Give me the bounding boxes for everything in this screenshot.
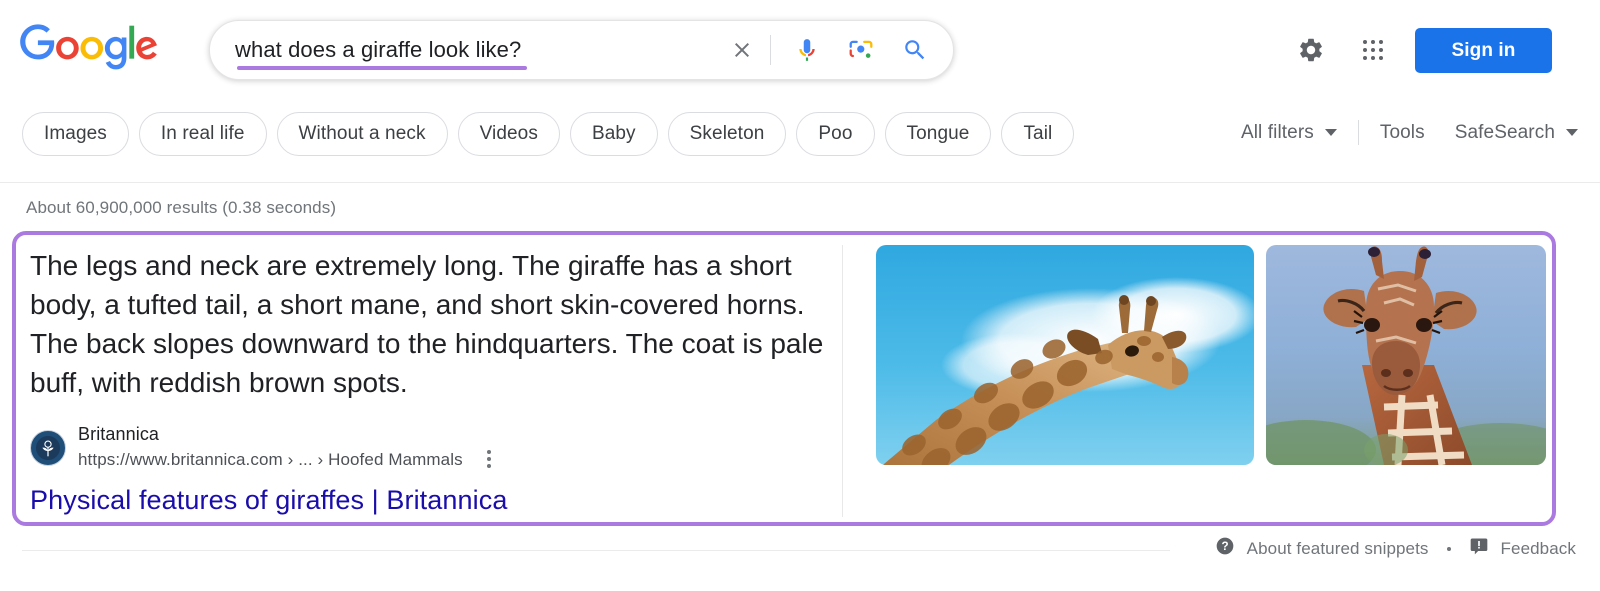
page-header: what does a giraffe look like? Sign in (0, 0, 1600, 100)
apps-grid-dots (1363, 40, 1383, 60)
featured-snippet-title-link[interactable]: Physical features of giraffes | Britanni… (30, 483, 507, 517)
search-bar-divider (770, 35, 771, 65)
microphone-icon[interactable] (785, 28, 829, 72)
source-name: Britannica (78, 424, 160, 444)
svg-text:?: ? (1221, 540, 1228, 553)
search-input-wrapper[interactable]: what does a giraffe look like? (235, 36, 720, 70)
google-search-results-page: what does a giraffe look like? Sign in I… (0, 0, 1600, 591)
tools-button[interactable]: Tools (1380, 122, 1425, 144)
snippet-image-strip (876, 245, 1546, 465)
search-icon[interactable] (893, 28, 937, 72)
source-meta: Britannica https://www.britannica.com › … (78, 423, 497, 472)
filter-chip-poo[interactable]: Poo (796, 112, 875, 156)
britannica-favicon (30, 429, 66, 466)
chevron-down-icon (1566, 129, 1578, 136)
snippet-image-1[interactable] (876, 245, 1254, 465)
footer-separator-dot (1446, 546, 1451, 551)
filter-chip-baby[interactable]: Baby (569, 112, 658, 156)
chevron-down-icon (1324, 129, 1337, 136)
featured-snippet-inner: The legs and neck are extremely long. Th… (16, 235, 1552, 522)
snippet-source-row[interactable]: Britannica https://www.britannica.com › … (30, 423, 497, 472)
filter-chip-row: Images In real life Without a neck Video… (0, 104, 1600, 182)
google-apps-grid-icon[interactable] (1353, 30, 1393, 70)
featured-snippet-text: The legs and neck are extremely long. Th… (30, 250, 824, 398)
filter-chip-tongue[interactable]: Tongue (884, 112, 992, 156)
query-highlight-underline (237, 66, 527, 70)
all-filters-label: All filters (1240, 121, 1314, 143)
filter-chips: Images In real life Without a neck Video… (22, 112, 1075, 156)
tools-label: Tools (1379, 121, 1425, 143)
about-featured-snippets-label: About featured snippets (1246, 538, 1429, 558)
all-filters-button[interactable]: All filters (1241, 122, 1337, 144)
snippet-image-2[interactable] (1266, 245, 1546, 465)
feedback-flag-icon (1469, 536, 1489, 561)
snippet-vertical-divider (842, 245, 843, 517)
filter-divider (1357, 120, 1359, 145)
help-circle-icon: ? (1215, 536, 1235, 561)
right-filter-controls: All filters Tools SafeSearch (1241, 120, 1578, 145)
header-divider (0, 182, 1600, 183)
filter-chip-without-a-neck[interactable]: Without a neck (276, 112, 448, 156)
filter-chip-tail[interactable]: Tail (1001, 112, 1075, 156)
feedback-label: Feedback (1500, 538, 1576, 558)
filter-chip-in-real-life[interactable]: In real life (138, 112, 267, 156)
about-featured-snippets-link[interactable]: ? About featured snippets (1215, 536, 1429, 561)
google-logo[interactable] (20, 24, 158, 72)
safesearch-label: SafeSearch (1454, 121, 1555, 143)
safesearch-button[interactable]: SafeSearch (1455, 122, 1578, 144)
result-stats: About 60,900,000 results (0.38 seconds) (26, 198, 337, 217)
settings-gear-icon[interactable] (1291, 30, 1331, 70)
more-options-icon[interactable] (481, 446, 497, 472)
source-url: https://www.britannica.com › ... › Hoofe… (78, 449, 463, 469)
sign-in-button[interactable]: Sign in (1415, 28, 1552, 73)
snippet-footer: ? About featured snippets Feedback (1215, 536, 1576, 561)
filter-chip-skeleton[interactable]: Skeleton (667, 112, 787, 156)
filter-chip-images[interactable]: Images (22, 112, 129, 156)
close-icon[interactable] (720, 28, 764, 72)
search-bar[interactable]: what does a giraffe look like? (209, 20, 954, 80)
footer-divider (22, 550, 1170, 551)
feedback-link[interactable]: Feedback (1469, 536, 1576, 561)
filter-chip-videos[interactable]: Videos (457, 112, 560, 156)
google-lens-icon[interactable] (839, 28, 883, 72)
featured-snippet-card[interactable]: The legs and neck are extremely long. Th… (12, 231, 1556, 526)
source-url-row: https://www.britannica.com › ... › Hoofe… (78, 446, 497, 472)
search-input[interactable]: what does a giraffe look like? (235, 36, 720, 64)
